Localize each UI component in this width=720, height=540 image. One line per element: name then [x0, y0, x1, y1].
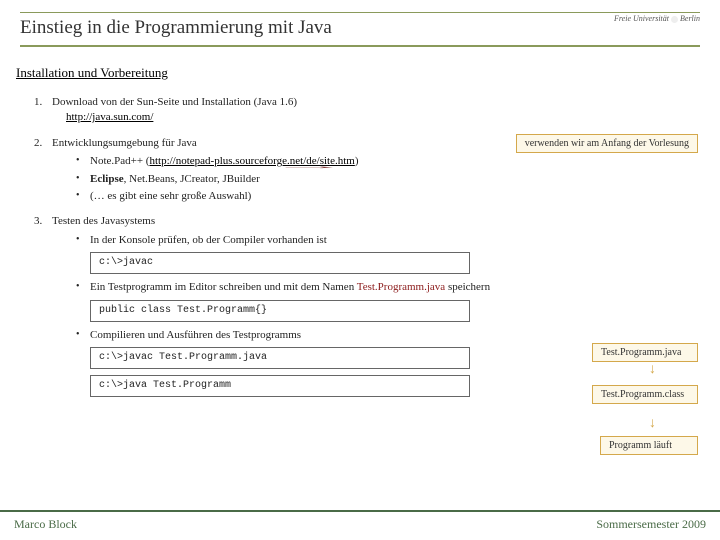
num-3: 3.: [34, 214, 42, 229]
code-class: public class Test.Programm{}: [90, 300, 470, 322]
ide-bullets: Note.Pad++ (http://notepad-plus.sourcefo…: [76, 154, 700, 204]
uni-city: Berlin: [680, 14, 700, 23]
sub-write-test: Ein Testprogramm im Editor schreiben und…: [76, 280, 700, 321]
page-title: Einstieg in die Programmierung mit Java: [20, 17, 700, 39]
section-subtitle: Installation und Vorbereitung: [16, 65, 700, 81]
item-3: 3. Testen des Javasystems In der Konsole…: [34, 214, 700, 397]
slide: Einstieg in die Programmierung mit Java …: [0, 0, 720, 540]
footer-author: Marco Block: [14, 517, 77, 532]
bullet-more: (… es gibt eine sehr große Auswahl): [76, 189, 700, 204]
num-1: 1.: [34, 95, 42, 110]
footer-semester: Sommersemester 2009: [596, 517, 706, 532]
arrow-icon: →: [270, 163, 350, 170]
university-logo: Freie Universität Berlin: [614, 14, 700, 23]
uni-name: Freie Universität: [614, 14, 669, 23]
title-underline: [20, 45, 700, 47]
arrow-down-icon-2: ↓: [649, 416, 656, 432]
note-class-file: Test.Programm.class: [592, 385, 698, 404]
code-run: c:\>java Test.Programm: [90, 375, 470, 397]
item-2-text: Entwicklungsumgebung für Java: [52, 137, 197, 149]
bullet-eclipse: Eclipse, Net.Beans, JCreator, JBuilder: [76, 172, 700, 187]
num-2: 2.: [34, 136, 42, 151]
note-running: Programm läuft: [600, 436, 698, 455]
code-compile: c:\>javac Test.Programm.java: [90, 347, 470, 369]
red-filename: Test.Programm.java: [357, 281, 445, 293]
note-top: verwenden wir am Anfang der Vorlesung: [516, 134, 698, 153]
note-java-file: Test.Programm.java: [592, 343, 698, 362]
arrow-down-icon-1: ↓: [649, 362, 656, 378]
item-1: 1. Download von der Sun-Seite und Instal…: [34, 95, 700, 126]
bullet-notepad: Note.Pad++ (http://notepad-plus.sourcefo…: [76, 154, 700, 169]
top-rule: [20, 12, 700, 13]
logo-dot: [671, 16, 678, 23]
java-sun-link[interactable]: http://java.sun.com/: [66, 111, 153, 123]
code-javac: c:\>javac: [90, 252, 470, 274]
test-bullets: In der Konsole prüfen, ob der Compiler v…: [76, 233, 700, 397]
sub-check-compiler: In der Konsole prüfen, ob der Compiler v…: [76, 233, 700, 274]
footer-rule: [0, 510, 720, 512]
item-3-text: Testen des Javasystems: [52, 215, 155, 227]
item-1-text: Download von der Sun-Seite und Installat…: [52, 96, 297, 108]
eclipse-bold: Eclipse: [90, 173, 124, 185]
